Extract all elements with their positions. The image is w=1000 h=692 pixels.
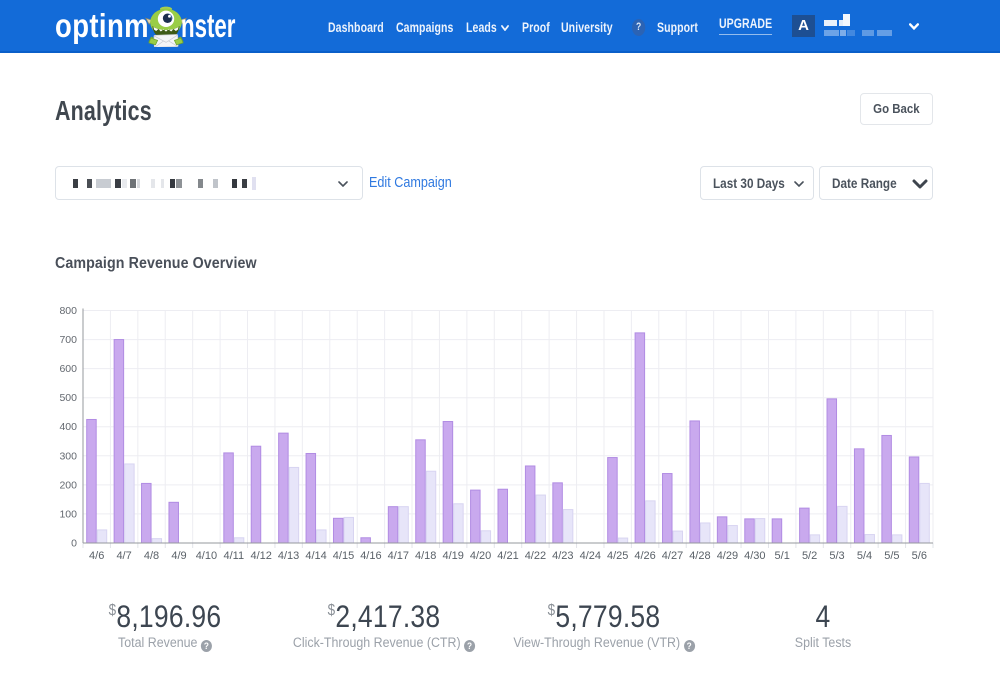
svg-text:500: 500 [59,392,77,404]
svg-text:5/5: 5/5 [884,550,899,562]
svg-text:4/11: 4/11 [224,550,245,562]
svg-text:600: 600 [59,363,77,375]
svg-text:5/6: 5/6 [912,550,927,562]
svg-text:4/23: 4/23 [552,550,573,562]
svg-text:4/7: 4/7 [116,550,131,562]
svg-text:4/27: 4/27 [662,550,683,562]
svg-text:300: 300 [59,450,77,462]
svg-text:4/12: 4/12 [250,550,271,562]
svg-text:0: 0 [71,538,77,550]
svg-text:4/28: 4/28 [689,550,710,562]
svg-text:4/25: 4/25 [607,550,628,562]
svg-text:4/30: 4/30 [744,550,765,562]
svg-text:400: 400 [59,421,77,433]
svg-text:800: 800 [59,305,77,317]
svg-text:4/14: 4/14 [305,550,326,562]
svg-text:100: 100 [59,508,77,520]
svg-text:4/18: 4/18 [415,550,436,562]
svg-text:200: 200 [59,479,77,491]
svg-text:5/4: 5/4 [857,550,872,562]
svg-text:4/29: 4/29 [717,550,738,562]
svg-text:4/24: 4/24 [580,550,601,562]
svg-text:4/19: 4/19 [442,550,463,562]
svg-text:4/20: 4/20 [470,550,491,562]
svg-text:4/6: 4/6 [89,550,104,562]
svg-text:4/16: 4/16 [360,550,381,562]
svg-text:4/26: 4/26 [634,550,655,562]
svg-text:4/17: 4/17 [388,550,409,562]
svg-text:4/9: 4/9 [171,550,186,562]
svg-text:5/2: 5/2 [802,550,817,562]
svg-text:5/3: 5/3 [829,550,844,562]
svg-text:4/15: 4/15 [333,550,354,562]
svg-text:700: 700 [59,334,77,346]
svg-text:4/22: 4/22 [525,550,546,562]
svg-text:5/1: 5/1 [775,550,790,562]
svg-text:4/10: 4/10 [196,550,217,562]
svg-text:4/13: 4/13 [278,550,299,562]
svg-text:4/21: 4/21 [497,550,518,562]
svg-text:4/8: 4/8 [144,550,159,562]
